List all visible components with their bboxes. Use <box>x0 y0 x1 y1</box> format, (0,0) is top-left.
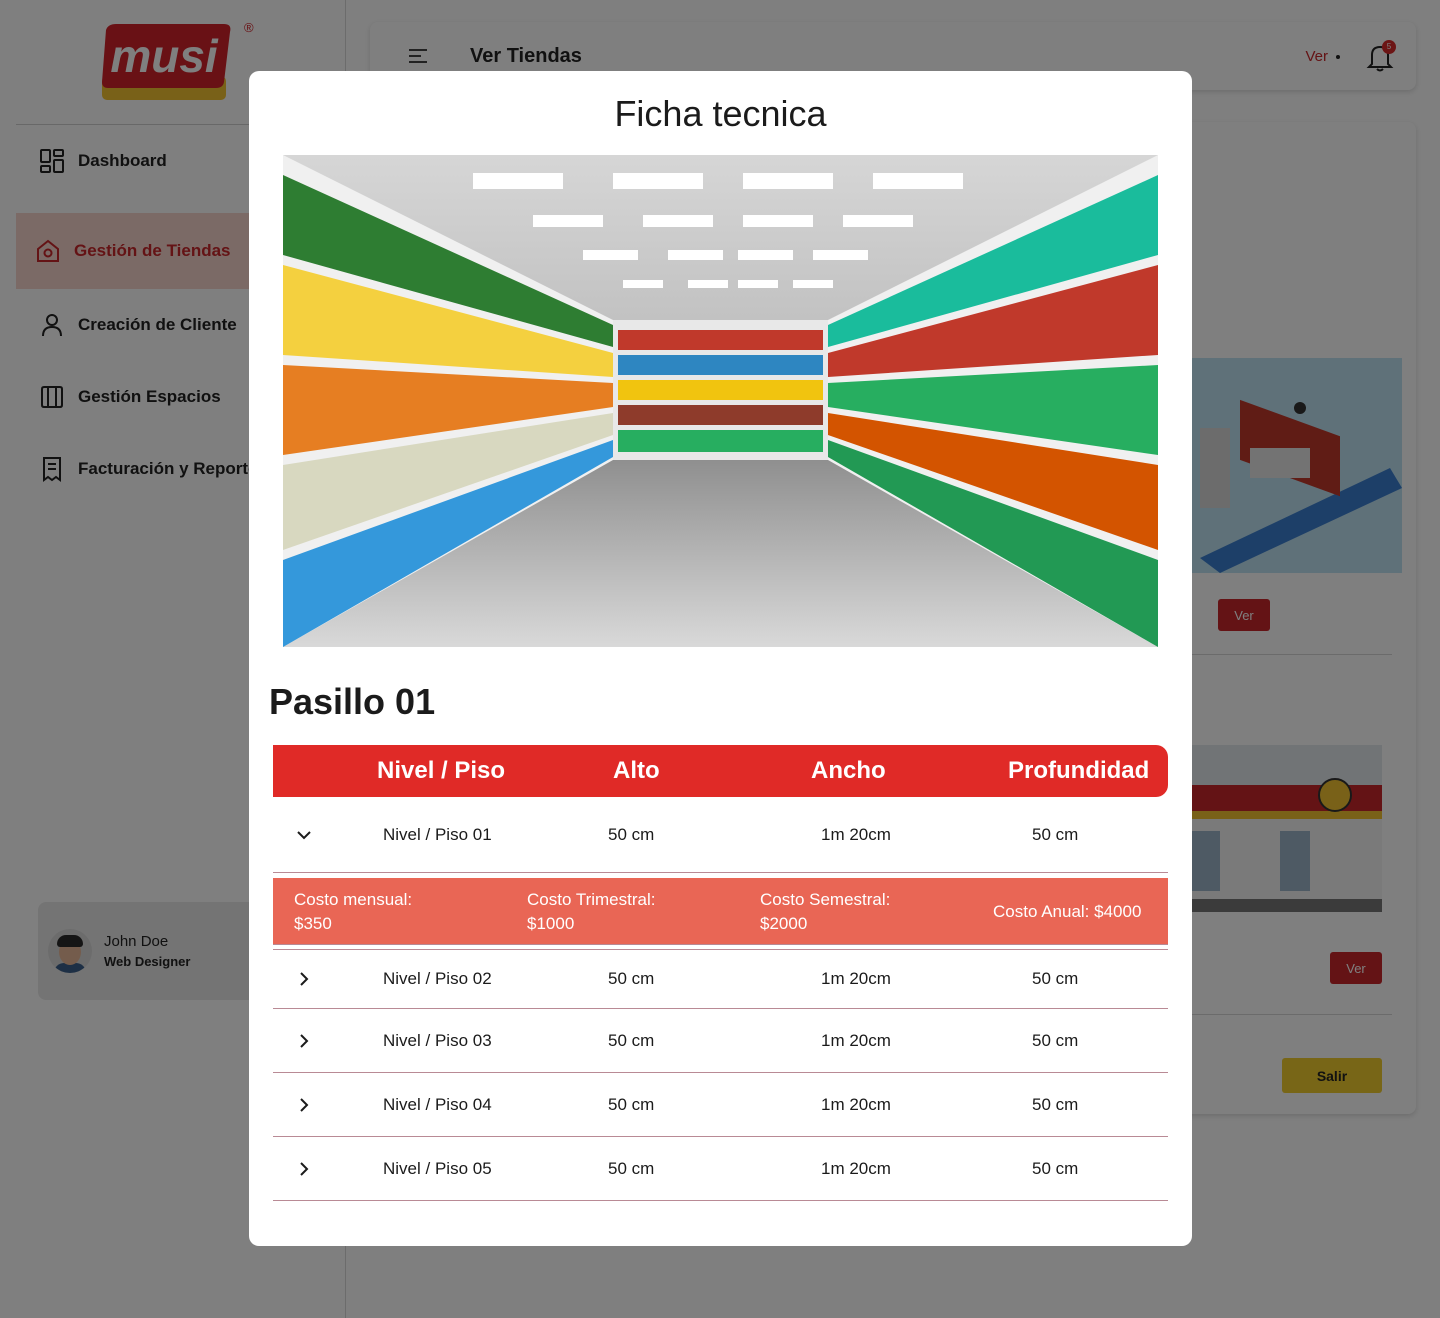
level-cell: Nivel / Piso 04 <box>383 1094 492 1114</box>
table-row[interactable]: Nivel / Piso 03 50 cm 1m 20cm 50 cm <box>273 1009 1168 1073</box>
level-cell: Nivel / Piso 01 <box>383 824 492 844</box>
cost-annual: Costo Anual: $4000 <box>993 902 1142 921</box>
ancho-cell: 1m 20cm <box>821 1030 891 1050</box>
technical-sheet-modal: Ficha tecnica Pasillo 01 Nivel / Piso Al… <box>249 71 1192 1246</box>
cost-details-row: Costo mensual: $350 Costo Trimestral: $1… <box>273 878 1168 945</box>
ancho-cell: 1m 20cm <box>821 1158 891 1178</box>
alto-cell: 50 cm <box>608 1094 655 1114</box>
cost-quarterly-value: $1000 <box>527 914 575 933</box>
cost-quarterly: Costo Trimestral: $1000 <box>527 888 655 936</box>
cost-semiannual-label: Costo Semestral: <box>760 890 891 909</box>
chevron-right-icon[interactable] <box>295 970 313 988</box>
ancho-cell: 1m 20cm <box>821 824 891 844</box>
alto-cell: 50 cm <box>608 969 655 988</box>
column-header-profundidad: Profundidad <box>1008 757 1150 784</box>
alto-cell: 50 cm <box>608 824 655 844</box>
profundidad-cell: 50 cm <box>1032 824 1079 844</box>
ancho-cell: 1m 20cm <box>821 1094 891 1114</box>
chevron-down-icon[interactable] <box>295 826 313 844</box>
level-cell: Nivel / Piso 03 <box>383 1030 492 1050</box>
table-row[interactable]: Nivel / Piso 02 50 cm 1m 20cm 50 cm <box>273 950 1168 1009</box>
table-header: Nivel / Piso Alto Ancho Profundidad <box>273 745 1168 797</box>
column-header-alto: Alto <box>613 757 660 784</box>
levels-table: Nivel / Piso Alto Ancho Profundidad Nive… <box>273 745 1168 1201</box>
cost-semiannual-value: $2000 <box>760 914 808 933</box>
column-header-ancho: Ancho <box>811 757 886 784</box>
table-row[interactable]: Nivel / Piso 04 50 cm 1m 20cm 50 cm <box>273 1073 1168 1137</box>
profundidad-cell: 50 cm <box>1032 969 1079 988</box>
cost-monthly-label: Costo mensual: <box>294 890 413 909</box>
chevron-right-icon[interactable] <box>295 1160 313 1178</box>
cost-monthly-value: $350 <box>294 914 332 933</box>
cost-quarterly-label: Costo Trimestral: <box>527 890 656 909</box>
cost-semiannual: Costo Semestral: $2000 <box>760 888 890 936</box>
alto-cell: 50 cm <box>608 1030 655 1050</box>
chevron-right-icon[interactable] <box>295 1032 313 1050</box>
profundidad-cell: 50 cm <box>1032 1094 1079 1114</box>
table-row[interactable]: Nivel / Piso 05 50 cm 1m 20cm 50 cm <box>273 1137 1168 1201</box>
profundidad-cell: 50 cm <box>1032 1158 1079 1178</box>
column-header-nivel: Nivel / Piso <box>377 757 506 784</box>
supermarket-aisle-image <box>283 155 1158 647</box>
profundidad-cell: 50 cm <box>1032 1030 1079 1050</box>
alto-cell: 50 cm <box>608 1158 655 1178</box>
table-row[interactable]: Nivel / Piso 01 50 cm 1m 20cm 50 cm <box>273 797 1168 873</box>
level-cell: Nivel / Piso 02 <box>383 969 492 988</box>
modal-title: Ficha tecnica <box>614 93 827 134</box>
cost-monthly: Costo mensual: $350 <box>294 888 412 936</box>
level-cell: Nivel / Piso 05 <box>383 1158 492 1178</box>
ancho-cell: 1m 20cm <box>821 969 891 988</box>
chevron-right-icon[interactable] <box>295 1096 313 1114</box>
aisle-title: Pasillo 01 <box>269 681 436 722</box>
